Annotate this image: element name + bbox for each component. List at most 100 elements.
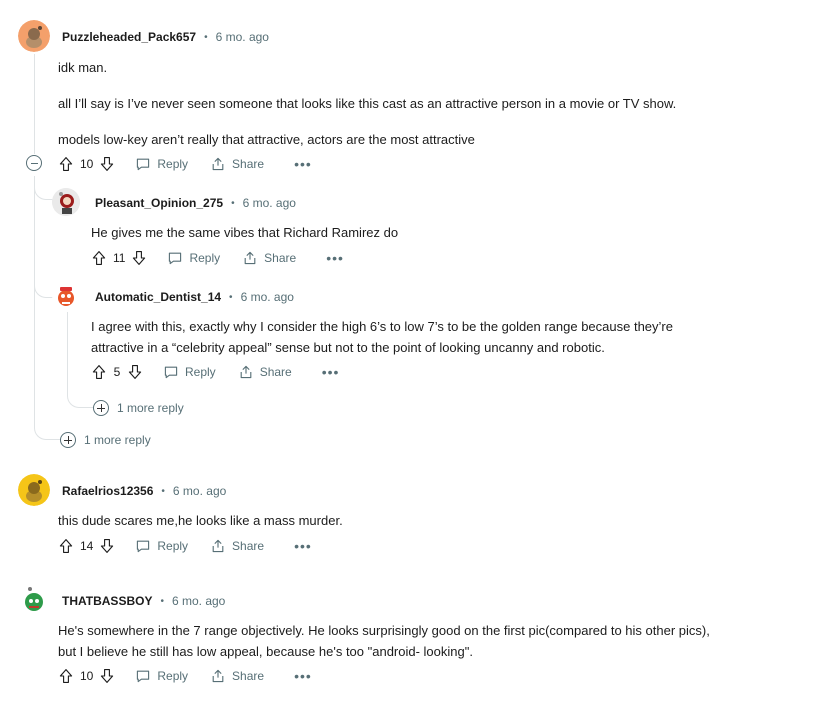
- reply-icon: [135, 668, 151, 684]
- timestamp[interactable]: 6 mo. ago: [216, 30, 269, 44]
- comment-meta: Automatic_Dentist_14 • 6 mo. ago: [95, 290, 294, 304]
- thread-curve: [34, 410, 60, 440]
- comment-body: I agree with this, exactly why I conside…: [91, 316, 673, 358]
- comment-meta: Rafaelrios12356 • 6 mo. ago: [62, 484, 227, 498]
- username[interactable]: Rafaelrios12356: [62, 484, 153, 498]
- reply-label: Reply: [157, 669, 189, 683]
- share-label: Share: [264, 251, 297, 265]
- avatar[interactable]: [18, 584, 50, 616]
- comment-text: all I’ll say is I’ve never seen someone …: [58, 96, 677, 111]
- vote-group: 11: [91, 250, 147, 266]
- timestamp[interactable]: 6 mo. ago: [243, 196, 296, 210]
- comment-meta: THATBASSBOY • 6 mo. ago: [62, 594, 226, 608]
- timestamp[interactable]: 6 mo. ago: [241, 290, 294, 304]
- reply-label: Reply: [157, 157, 189, 171]
- vote-count: 10: [80, 157, 94, 171]
- share-icon: [210, 538, 226, 554]
- more-options-button[interactable]: •••: [294, 539, 312, 553]
- avatar[interactable]: [18, 474, 50, 506]
- comment-body: idk man. all I’ll say is I’ve never seen…: [58, 57, 676, 150]
- share-label: Share: [232, 157, 265, 171]
- reply-button[interactable]: Reply: [135, 538, 188, 554]
- downvote-icon[interactable]: [99, 538, 115, 554]
- comment-body: this dude scares me,he looks like a mass…: [58, 510, 343, 531]
- share-button[interactable]: Share: [238, 364, 292, 380]
- vote-count: 5: [113, 365, 121, 379]
- more-replies-button[interactable]: 1 more reply: [60, 432, 151, 448]
- comment-text: He's somewhere in the 7 range objectivel…: [58, 623, 710, 638]
- collapse-thread-button[interactable]: [26, 155, 42, 171]
- reply-label: Reply: [185, 365, 216, 379]
- vote-group: 10: [58, 156, 115, 172]
- more-options-button[interactable]: •••: [326, 251, 344, 265]
- username[interactable]: Automatic_Dentist_14: [95, 290, 221, 304]
- share-button[interactable]: Share: [210, 668, 264, 684]
- more-options-button[interactable]: •••: [294, 157, 312, 171]
- thread-line: [34, 54, 35, 154]
- avatar[interactable]: [52, 188, 80, 216]
- comment-body: He's somewhere in the 7 range objectivel…: [58, 620, 710, 662]
- share-button[interactable]: Share: [210, 156, 264, 172]
- downvote-icon[interactable]: [127, 364, 143, 380]
- comment-text: idk man.: [58, 60, 108, 75]
- share-icon: [210, 156, 226, 172]
- avatar[interactable]: [52, 282, 80, 310]
- more-options-button[interactable]: •••: [322, 365, 340, 379]
- upvote-icon[interactable]: [91, 364, 107, 380]
- more-options-button[interactable]: •••: [294, 669, 312, 683]
- reply-icon: [135, 538, 151, 554]
- upvote-icon[interactable]: [58, 538, 74, 554]
- comment-actions: 10 Reply Share •••: [58, 664, 312, 688]
- reply-button[interactable]: Reply: [167, 250, 220, 266]
- comment-meta: Pleasant_Opinion_275 • 6 mo. ago: [95, 196, 296, 210]
- upvote-icon[interactable]: [58, 668, 74, 684]
- downvote-icon[interactable]: [99, 156, 115, 172]
- vote-group: 5: [91, 364, 143, 380]
- share-icon: [210, 668, 226, 684]
- more-replies-label: 1 more reply: [117, 401, 184, 415]
- expand-icon: [60, 432, 76, 448]
- username[interactable]: Puzzleheaded_Pack657: [62, 30, 196, 44]
- share-icon: [238, 364, 254, 380]
- reply-icon: [135, 156, 151, 172]
- avatar[interactable]: [18, 20, 50, 52]
- timestamp[interactable]: 6 mo. ago: [173, 484, 226, 498]
- upvote-icon[interactable]: [91, 250, 107, 266]
- reply-icon: [163, 364, 179, 380]
- thread-curve: [67, 392, 93, 408]
- comment-text: He gives me the same vibes that Richard …: [91, 225, 399, 240]
- comment-text: this dude scares me,he looks like a mass…: [58, 513, 343, 528]
- expand-icon: [93, 400, 109, 416]
- share-label: Share: [259, 365, 292, 379]
- timestamp[interactable]: 6 mo. ago: [172, 594, 225, 608]
- reply-label: Reply: [157, 539, 189, 553]
- thread-line: [67, 312, 68, 392]
- downvote-icon[interactable]: [131, 250, 147, 266]
- share-button[interactable]: Share: [210, 538, 264, 554]
- comment-text: models low-key aren’t really that attrac…: [58, 132, 475, 147]
- reply-icon: [167, 250, 183, 266]
- share-button[interactable]: Share: [242, 250, 296, 266]
- downvote-icon[interactable]: [99, 668, 115, 684]
- reply-button[interactable]: Reply: [135, 156, 188, 172]
- share-label: Share: [232, 669, 265, 683]
- vote-group: 14: [58, 538, 115, 554]
- upvote-icon[interactable]: [58, 156, 74, 172]
- vote-group: 10: [58, 668, 115, 684]
- share-label: Share: [232, 539, 265, 553]
- reply-button[interactable]: Reply: [135, 668, 188, 684]
- username[interactable]: THATBASSBOY: [62, 594, 152, 608]
- vote-count: 10: [80, 669, 94, 683]
- comment-body: He gives me the same vibes that Richard …: [91, 222, 398, 243]
- more-replies-label: 1 more reply: [84, 433, 151, 447]
- reply-button[interactable]: Reply: [163, 364, 216, 380]
- vote-count: 14: [80, 539, 94, 553]
- comment-actions: 11 Reply Share •••: [91, 246, 344, 270]
- thread-line: [34, 176, 35, 424]
- comment-actions: 14 Reply Share •••: [58, 534, 312, 558]
- comment-text: attractive in a “celebrity appeal” sense…: [91, 340, 605, 355]
- more-replies-button[interactable]: 1 more reply: [93, 400, 184, 416]
- comment-text: but I believe he still has low appeal, b…: [58, 644, 473, 659]
- reply-label: Reply: [189, 251, 221, 265]
- username[interactable]: Pleasant_Opinion_275: [95, 196, 223, 210]
